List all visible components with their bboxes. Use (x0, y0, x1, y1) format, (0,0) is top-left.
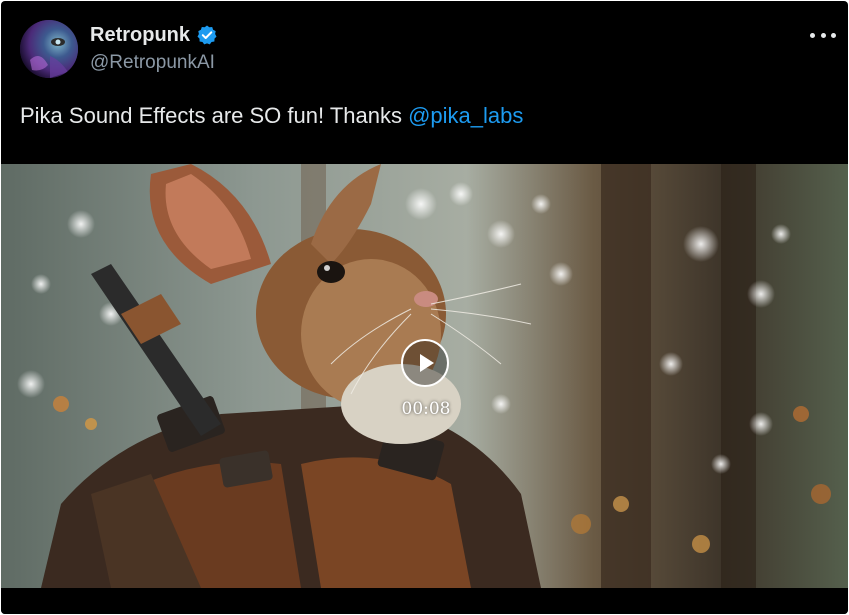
avatar-image (20, 20, 78, 78)
avatar[interactable] (20, 20, 78, 78)
video-duration: 00:08 (401, 399, 451, 419)
dot-icon (820, 32, 826, 38)
video-player[interactable]: 00:08 (1, 164, 848, 588)
author-display-name[interactable]: Retropunk (90, 24, 190, 47)
author-name-row: Retropunk (90, 23, 218, 47)
tweet-card: Retropunk @RetropunkAI Pika Sound Effect… (1, 1, 848, 614)
more-options-icon[interactable] (810, 23, 836, 47)
tweet-body: Pika Sound Effects are SO fun! Thanks (20, 103, 409, 128)
dot-icon (810, 32, 815, 38)
dot-icon (831, 32, 836, 38)
tweet-text: Pika Sound Effects are SO fun! Thanks @p… (20, 103, 523, 129)
media-container: 00:08 (1, 140, 848, 614)
author-handle[interactable]: @RetropunkAI (90, 52, 215, 74)
play-button[interactable] (401, 339, 449, 387)
play-icon (420, 354, 434, 372)
mention-link[interactable]: @pika_labs (408, 103, 523, 128)
verified-badge-icon (196, 24, 218, 46)
